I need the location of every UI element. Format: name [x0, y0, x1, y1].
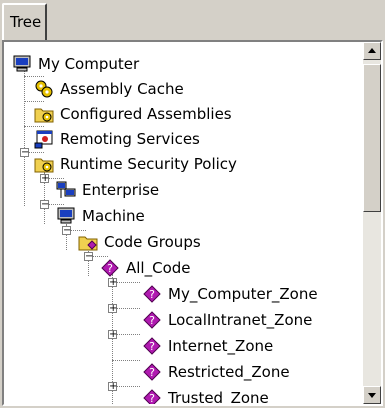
tree-node-configured-assemblies[interactable]: Configured Assemblies [34, 102, 232, 126]
tree-node-remoting-services[interactable]: Remoting Services [34, 127, 200, 151]
purple-diamond-icon: ? [143, 311, 161, 329]
network-computers-icon [56, 181, 76, 198]
tab-tree[interactable]: Tree [2, 3, 47, 40]
tree-node-machine[interactable]: Machine [56, 204, 145, 228]
purple-diamond-icon: ? [143, 285, 161, 303]
node-label: Machine [82, 207, 145, 225]
node-label: Assembly Cache [60, 80, 184, 98]
scroll-up-button[interactable] [363, 42, 381, 60]
expand-toggle[interactable]: + [108, 330, 117, 340]
tree-node-enterprise[interactable]: Enterprise [56, 178, 159, 202]
tree-node-runtime-security-policy[interactable]: Runtime Security Policy [34, 152, 237, 176]
node-label: Runtime Security Policy [60, 155, 237, 173]
svg-text:?: ? [149, 340, 155, 353]
svg-text:?: ? [107, 262, 113, 275]
collapse-toggle[interactable]: − [20, 148, 29, 158]
window-app-icon [34, 130, 53, 149]
node-label: Trusted_Zone [168, 389, 269, 404]
tree-node-code-groups[interactable]: Code Groups [78, 230, 201, 254]
vertical-scrollbar[interactable] [363, 42, 381, 404]
node-label: Code Groups [104, 233, 201, 251]
tree-node-trusted-zone[interactable]: ? Trusted_Zone [142, 386, 269, 404]
node-label: Enterprise [82, 181, 160, 199]
folder-diamond-icon [78, 236, 98, 251]
arrow-down-icon [368, 393, 376, 398]
arrow-up-icon [368, 48, 376, 53]
node-label: My Computer [38, 55, 140, 73]
tree-node-internet-zone[interactable]: ? Internet_Zone [142, 334, 273, 358]
node-label: All_Code [126, 259, 191, 277]
tree-node-my-computer[interactable]: My Computer [12, 52, 139, 76]
expand-toggle[interactable]: + [108, 382, 117, 392]
collapse-toggle[interactable]: − [40, 200, 49, 210]
tree-node-localintranet-zone[interactable]: ? LocalIntranet_Zone [142, 308, 312, 332]
purple-diamond-icon: ? [101, 259, 119, 277]
folder-gear-icon [34, 158, 54, 173]
tree-node-assembly-cache[interactable]: Assembly Cache [34, 77, 184, 101]
svg-text:?: ? [149, 288, 155, 301]
gears-icon [35, 80, 53, 98]
tree-node-my-computer-zone[interactable]: ? My_Computer_Zone [142, 282, 318, 306]
tab-strip: Tree [0, 0, 385, 40]
svg-text:?: ? [149, 314, 155, 327]
folder-gear-icon [34, 108, 54, 123]
tree-view[interactable]: − + − − − + + + + My Computer Assembly C… [4, 42, 356, 404]
svg-text:?: ? [149, 366, 155, 379]
computer-icon [57, 207, 75, 224]
tree-node-all-code[interactable]: ? All_Code [100, 256, 191, 280]
tree-panel: − + − − − + + + + My Computer Assembly C… [2, 40, 383, 406]
tree-line [24, 70, 25, 206]
tree-node-restricted-zone[interactable]: ? Restricted_Zone [142, 360, 290, 384]
computer-icon [13, 55, 31, 72]
svg-text:?: ? [149, 392, 155, 404]
node-label: Remoting Services [60, 130, 200, 148]
node-label: Internet_Zone [168, 337, 274, 355]
expand-toggle[interactable]: + [108, 304, 117, 314]
purple-diamond-icon: ? [143, 389, 161, 404]
node-label: My_Computer_Zone [168, 285, 318, 303]
node-label: Configured Assemblies [60, 105, 232, 123]
tree-line [112, 360, 140, 361]
node-label: LocalIntranet_Zone [168, 311, 313, 329]
purple-diamond-icon: ? [143, 363, 161, 381]
scroll-down-button[interactable] [363, 386, 381, 404]
scrollbar-thumb[interactable] [363, 64, 381, 212]
purple-diamond-icon: ? [143, 337, 161, 355]
node-label: Restricted_Zone [168, 363, 290, 381]
